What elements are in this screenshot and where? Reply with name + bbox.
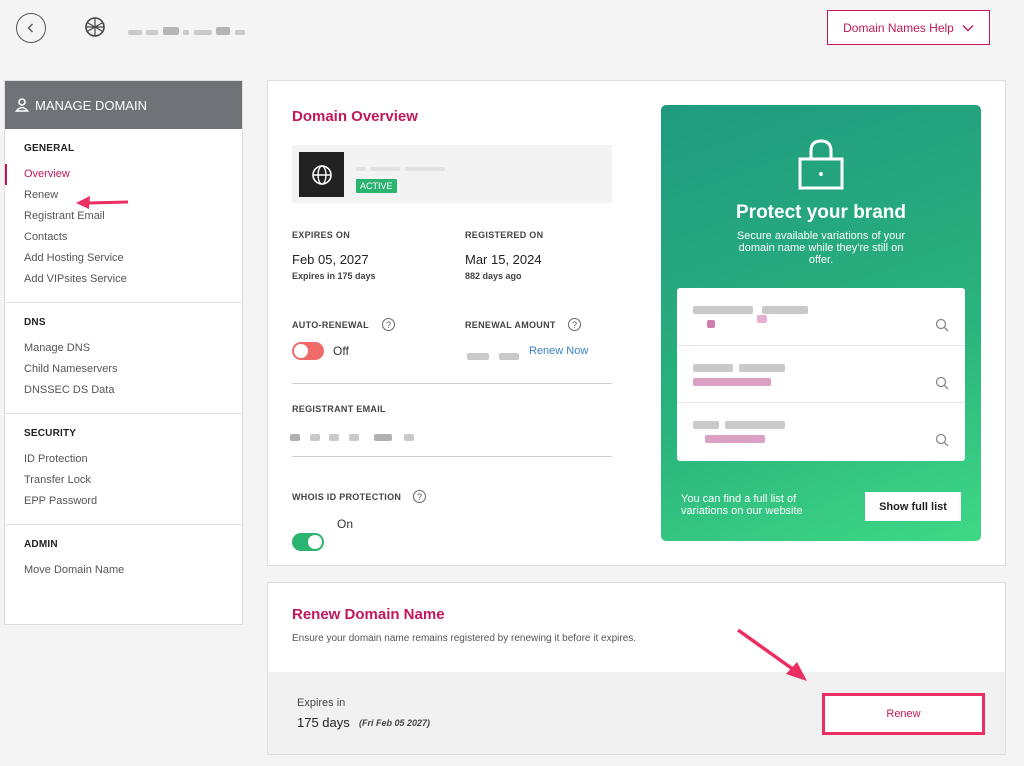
sidebar-heading: ADMIN <box>24 539 58 550</box>
expires-sub: Expires in 175 days <box>292 271 376 281</box>
list-item[interactable] <box>677 403 965 461</box>
domain-name-redacted <box>128 22 278 35</box>
sidebar-item-manage-dns[interactable]: Manage DNS <box>5 338 242 359</box>
overview-title: Domain Overview <box>292 108 418 125</box>
sidebar-item-id-protection[interactable]: ID Protection <box>5 449 242 470</box>
help-circle-icon[interactable]: ? <box>382 318 395 331</box>
expires-label: EXPIRES ON <box>292 230 351 240</box>
renew-title: Renew Domain Name <box>292 606 445 623</box>
sidebar-heading: DNS <box>24 317 46 328</box>
whois-label: WHOIS ID PROTECTION <box>292 492 402 502</box>
registered-value: Mar 15, 2024 <box>465 252 542 267</box>
sidebar-header: MANAGE DOMAIN <box>5 81 242 129</box>
sidebar-item-transfer-lock[interactable]: Transfer Lock <box>5 470 242 491</box>
divider <box>292 456 612 457</box>
registrant-email-label: REGISTRANT EMAIL <box>292 404 386 414</box>
search-icon[interactable] <box>935 433 949 447</box>
annotation-arrow-icon <box>76 196 129 209</box>
list-item[interactable] <box>677 346 965 404</box>
sidebar-item-dnssec[interactable]: DNSSEC DS Data <box>5 380 242 401</box>
search-icon[interactable] <box>935 376 949 390</box>
sidebar-heading: GENERAL <box>24 143 75 154</box>
show-full-list-button[interactable]: Show full list <box>865 492 961 521</box>
help-circle-icon[interactable]: ? <box>413 490 426 503</box>
globe-icon <box>85 17 105 37</box>
sidebar-item-epp-password[interactable]: EPP Password <box>5 491 242 512</box>
promo-footer-text: You can find a full list of variations o… <box>681 493 803 517</box>
domain-names-help-dropdown[interactable]: Domain Names Help <box>827 10 990 45</box>
lock-icon <box>798 139 844 190</box>
sidebar: MANAGE DOMAIN GENERAL Overview Renew Reg… <box>4 80 243 625</box>
promo-title: Protect your brand <box>736 202 906 223</box>
sidebar-item-add-hosting[interactable]: Add Hosting Service <box>5 248 242 269</box>
chevron-down-icon <box>962 24 974 31</box>
sidebar-item-overview[interactable]: Overview <box>5 164 242 185</box>
expires-in-days: 175 days <box>297 715 350 730</box>
help-label: Domain Names Help <box>843 20 954 35</box>
renewal-amount-redacted <box>467 347 520 365</box>
renew-button[interactable]: Renew <box>822 693 985 735</box>
domain-avatar <box>299 152 344 197</box>
whois-state: On <box>337 517 354 531</box>
sidebar-section-security: SECURITY ID Protection Transfer Lock EPP… <box>5 414 242 525</box>
expires-in-date: (Fri Feb 05 2027) <box>359 718 431 728</box>
renewal-amount-label: RENEWAL AMOUNT <box>465 320 556 330</box>
sidebar-item-child-nameservers[interactable]: Child Nameservers <box>5 359 242 380</box>
autorenew-label: AUTO-RENEWAL <box>292 320 369 330</box>
sidebar-item-add-vipsites[interactable]: Add VIPsites Service <box>5 269 242 290</box>
globe-icon <box>311 164 332 185</box>
sidebar-section-admin: ADMIN Move Domain Name <box>5 525 242 593</box>
registered-label: REGISTERED ON <box>465 230 544 240</box>
help-circle-icon[interactable]: ? <box>568 318 581 331</box>
divider <box>292 383 612 384</box>
registrant-email-redacted <box>290 428 415 446</box>
sidebar-section-general: GENERAL Overview Renew Registrant Email … <box>5 129 242 303</box>
registered-sub: 882 days ago <box>465 271 522 281</box>
sidebar-header-label: MANAGE DOMAIN <box>35 97 147 113</box>
sidebar-item-contacts[interactable]: Contacts <box>5 227 242 248</box>
user-icon <box>15 98 29 112</box>
annotation-arrow-icon <box>736 628 807 681</box>
autorenew-toggle[interactable] <box>292 342 324 360</box>
sidebar-heading: SECURITY <box>24 428 77 439</box>
sidebar-section-dns: DNS Manage DNS Child Nameservers DNSSEC … <box>5 303 242 414</box>
renew-description: Ensure your domain name remains register… <box>292 633 637 644</box>
autorenew-state: Off <box>333 344 349 358</box>
list-item[interactable] <box>677 288 965 346</box>
domain-name-redacted <box>356 158 476 171</box>
search-icon[interactable] <box>935 318 949 332</box>
status-badge: ACTIVE <box>356 179 397 193</box>
back-button[interactable] <box>16 13 46 43</box>
expires-in-label: Expires in <box>297 697 346 709</box>
expires-value: Feb 05, 2027 <box>292 252 369 267</box>
variations-list <box>677 288 965 461</box>
whois-toggle[interactable] <box>292 533 324 551</box>
chevron-left-icon <box>27 23 33 33</box>
sidebar-item-move-domain[interactable]: Move Domain Name <box>5 560 242 581</box>
promo-description: Secure available variations of your doma… <box>736 230 906 266</box>
renew-now-link[interactable]: Renew Now <box>529 345 588 357</box>
